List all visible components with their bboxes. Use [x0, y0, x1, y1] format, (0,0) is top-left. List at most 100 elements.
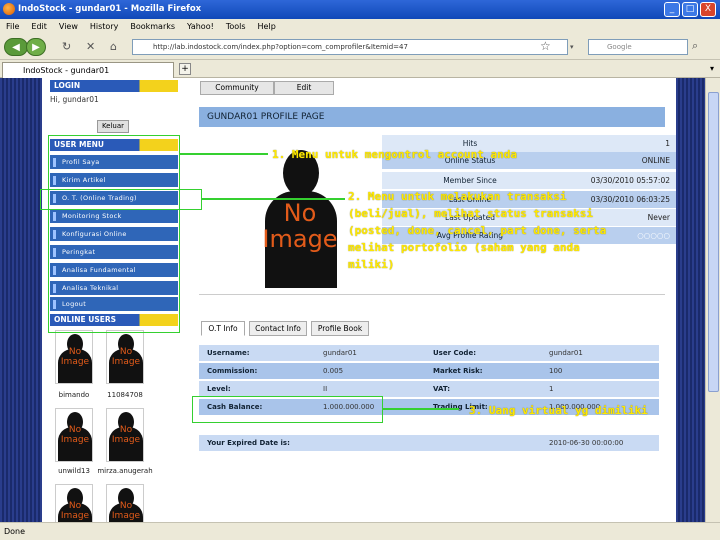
online-trading-highlight-box	[40, 189, 202, 210]
menu-bookmarks[interactable]: Bookmarks	[124, 19, 181, 34]
no-image-text: Image	[111, 357, 141, 367]
info-label: Username:	[207, 349, 250, 357]
annotation-2-line: melihat portofolio (saham yang anda	[348, 241, 580, 254]
navigation-toolbar: ◀ ▶ ↻ ✕ ⌂ http://lab.indostock.com/index…	[0, 34, 720, 60]
greeting-text: Hi, gundar01	[50, 95, 99, 104]
user-name-link[interactable]: mirza.anugerah	[95, 467, 155, 475]
annotation-1: 1. Menu untuk mengontrol account anda	[272, 148, 518, 161]
no-image-text: No	[68, 347, 82, 357]
no-image-text: Image	[60, 435, 90, 445]
url-text: http://lab.indostock.com/index.php?optio…	[153, 43, 408, 51]
info-label: VAT:	[433, 385, 451, 393]
window-titlebar: IndoStock - gundar01 - Mozilla Firefox	[0, 0, 720, 19]
scrollbar-thumb[interactable]	[708, 92, 719, 392]
annotation-2-line: (posted, done, cancel, part done, serta	[348, 224, 607, 237]
info-value: 1	[549, 385, 554, 393]
menu-view[interactable]: View	[53, 19, 84, 34]
no-image-text: No	[283, 199, 317, 227]
annotation-2-line: miliki)	[348, 258, 395, 271]
firefox-icon	[3, 3, 15, 15]
user-avatar[interactable]: No Image	[106, 484, 144, 522]
stat-value: Never	[647, 213, 670, 222]
chevron-down-icon[interactable]: ▾	[570, 40, 574, 54]
search-placeholder: Google	[607, 43, 632, 51]
new-tab-button[interactable]: +	[179, 63, 191, 75]
info-label: Market Risk:	[433, 367, 483, 375]
annotation-2: 2. Menu untuk melakukan transaksi (beli/…	[348, 188, 648, 273]
info-row: Commission: 0.005 Market Risk: 100	[199, 363, 659, 380]
info-label: User Code:	[433, 349, 476, 357]
forward-button[interactable]: ▶	[26, 38, 46, 56]
url-input[interactable]: http://lab.indostock.com/index.php?optio…	[132, 39, 568, 55]
info-row: Username: gundar01 User Code: gundar01	[199, 345, 659, 362]
web-page: LOGIN Hi, gundar01 Keluar USER MENU Prof…	[0, 78, 720, 522]
search-icon[interactable]: ⌕	[692, 39, 698, 53]
user-menu-highlight-box	[48, 135, 180, 333]
menu-file[interactable]: File	[0, 19, 25, 34]
status-bar: Done	[0, 522, 720, 540]
divider	[199, 294, 665, 295]
annotation-line-3	[383, 408, 459, 410]
no-image-text: Image	[60, 511, 90, 521]
info-value: gundar01	[323, 349, 357, 357]
maximize-button[interactable]: □	[682, 2, 698, 17]
status-text: Done	[4, 527, 26, 536]
tab-ot-info[interactable]: O.T Info	[201, 321, 245, 336]
back-button[interactable]: ◀	[4, 38, 28, 56]
tab-list-icon[interactable]: ▾	[706, 63, 718, 75]
info-value: 2010-06-30 00:00:00	[549, 439, 624, 447]
tab-contact-info[interactable]: Contact Info	[249, 321, 307, 336]
menu-history[interactable]: History	[84, 19, 124, 34]
bookmark-star-icon[interactable]: ☆	[540, 39, 551, 53]
menu-yahoo[interactable]: Yahoo!	[181, 19, 220, 34]
close-button[interactable]: X	[700, 2, 716, 17]
stat-label: Member Since	[443, 176, 497, 185]
no-image-text: Image	[60, 357, 90, 367]
user-avatar[interactable]: No Image	[106, 408, 144, 462]
home-icon[interactable]: ⌂	[110, 40, 117, 54]
no-image-text: No	[119, 501, 133, 511]
info-label: Your Expired Date is:	[207, 439, 290, 447]
annotation-line-1	[180, 153, 268, 155]
info-value: gundar01	[549, 349, 583, 357]
no-image-text: Image	[111, 511, 141, 521]
no-image-text: No	[68, 425, 82, 435]
user-avatar[interactable]: No Image	[55, 330, 93, 384]
window-title: IndoStock - gundar01 - Mozilla Firefox	[18, 4, 202, 14]
stat-value: 1	[665, 139, 670, 148]
no-image-text: Image	[111, 435, 141, 445]
info-label: Commission:	[207, 367, 258, 375]
stat-value: 03/30/2010 05:57:02	[590, 176, 670, 185]
stat-row: Member Since 03/30/2010 05:57:02	[382, 172, 676, 189]
info-row: Your Expired Date is: 2010-06-30 00:00:00	[199, 435, 659, 452]
tab-edit[interactable]: Edit	[274, 81, 334, 95]
page-title: GUNDAR01 PROFILE PAGE	[199, 107, 665, 127]
info-value: 0.005	[323, 367, 344, 375]
user-name-link[interactable]: 11084708	[95, 391, 155, 399]
reload-icon[interactable]: ↻	[62, 40, 71, 54]
tab-profile-book[interactable]: Profile Book	[311, 321, 369, 336]
vertical-scrollbar[interactable]	[705, 78, 720, 522]
annotation-3: 3. Uang virtual yg dimiliki	[469, 404, 648, 417]
minimize-button[interactable]: _	[664, 2, 680, 17]
logout-button[interactable]: Keluar	[97, 120, 129, 133]
tab-indostock[interactable]: IndoStock - gundar01	[2, 62, 174, 78]
menu-edit[interactable]: Edit	[25, 19, 53, 34]
tab-label: IndoStock - gundar01	[23, 66, 110, 75]
no-image-text: Image	[262, 225, 338, 253]
info-value: 100	[549, 367, 563, 375]
no-image-text: No	[119, 347, 133, 357]
menu-help[interactable]: Help	[252, 19, 282, 34]
user-avatar[interactable]: No Image	[55, 408, 93, 462]
tab-community[interactable]: Community	[200, 81, 274, 95]
user-avatar[interactable]: No Image	[55, 484, 93, 522]
menu-tools[interactable]: Tools	[220, 19, 252, 34]
stop-icon[interactable]: ✕	[86, 40, 95, 54]
no-image-text: No	[119, 425, 133, 435]
search-input[interactable]: Google	[588, 39, 688, 55]
user-avatar[interactable]: No Image	[106, 330, 144, 384]
no-image-text: No	[68, 501, 82, 511]
login-header: LOGIN	[50, 80, 178, 92]
page-content: LOGIN Hi, gundar01 Keluar USER MENU Prof…	[40, 78, 676, 522]
menu-bar: File Edit View History Bookmarks Yahoo! Tools H…	[0, 19, 720, 34]
